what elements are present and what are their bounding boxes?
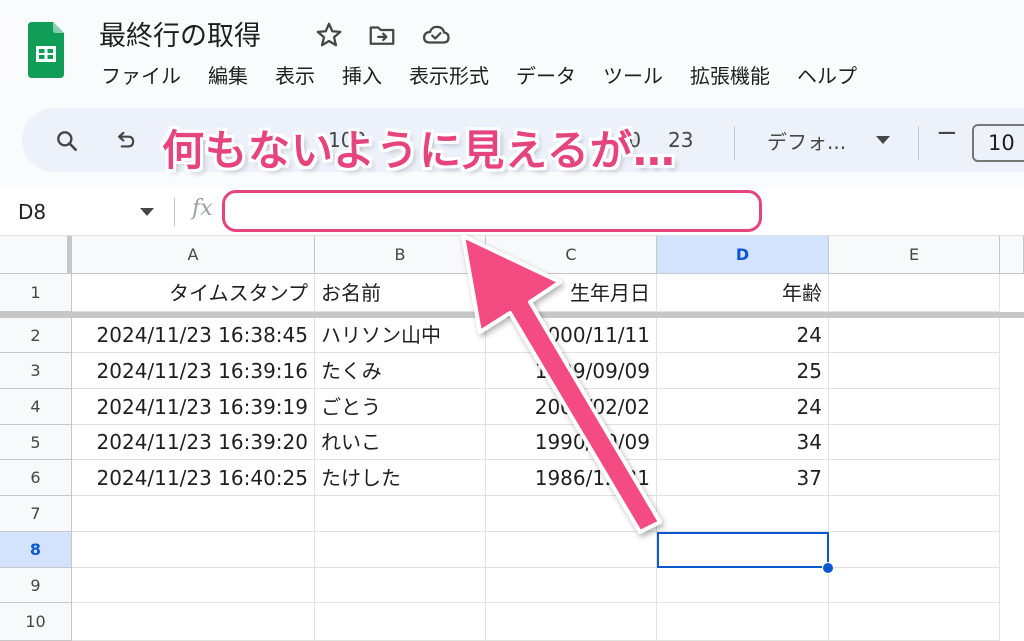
- cell-d10[interactable]: [657, 603, 829, 641]
- cell-d9[interactable]: [657, 568, 829, 603]
- fx-icon: fx: [192, 196, 213, 221]
- cell-c5[interactable]: 1990/09/09: [486, 425, 657, 460]
- cell-c3[interactable]: 1999/09/09: [486, 353, 657, 389]
- search-icon[interactable]: [54, 128, 80, 154]
- cell-b6[interactable]: たけした: [315, 460, 486, 496]
- cell-c4[interactable]: 2000/02/02: [486, 389, 657, 425]
- cell-e3[interactable]: [829, 353, 1000, 389]
- app-header: 最終行の取得 ファイル 編集 表示 挿入 表示形式 データ ツール 拡張機能 ヘ…: [0, 0, 1024, 100]
- row-header[interactable]: 10: [0, 603, 72, 641]
- cell-b4[interactable]: ごとう: [315, 389, 486, 425]
- cell-d7[interactable]: [657, 496, 829, 532]
- cell-b5[interactable]: れいこ: [315, 425, 486, 460]
- cell-a10[interactable]: [72, 603, 315, 641]
- cell-c7[interactable]: [486, 496, 657, 532]
- cell-e7[interactable]: [829, 496, 1000, 532]
- cell-e4[interactable]: [829, 389, 1000, 425]
- formula-bar: D8 fx: [0, 188, 1024, 236]
- cell-b7[interactable]: [315, 496, 486, 532]
- cell-a3[interactable]: 2024/11/23 16:39:16: [72, 353, 315, 389]
- row-header[interactable]: 4: [0, 389, 72, 425]
- name-box[interactable]: D8: [18, 200, 46, 224]
- menu-insert[interactable]: 挿入: [342, 60, 382, 92]
- annotation-text: 何もないように見えるが…: [162, 126, 676, 175]
- cell-a9[interactable]: [72, 568, 315, 603]
- cell-b3[interactable]: たくみ: [315, 353, 486, 389]
- row-header[interactable]: 5: [0, 425, 72, 460]
- cell-b8[interactable]: [315, 532, 486, 568]
- column-header-a[interactable]: A: [72, 236, 315, 274]
- menu-format[interactable]: 表示形式: [409, 60, 489, 92]
- name-box-caret-icon[interactable]: [140, 208, 154, 216]
- column-header-e[interactable]: E: [829, 236, 1000, 274]
- sheets-logo-icon[interactable]: [28, 22, 64, 78]
- cell-c8[interactable]: [486, 532, 657, 568]
- cell-c9[interactable]: [486, 568, 657, 603]
- row-header[interactable]: 7: [0, 496, 72, 532]
- cell-e2[interactable]: [829, 318, 1000, 353]
- cell-e1[interactable]: [829, 274, 1000, 312]
- cell-d3[interactable]: 25: [657, 353, 829, 389]
- cell-e8[interactable]: [829, 532, 1000, 568]
- column-header-b[interactable]: B: [315, 236, 486, 274]
- menu-data[interactable]: データ: [516, 60, 576, 92]
- row-header[interactable]: 3: [0, 353, 72, 389]
- cell-b10[interactable]: [315, 603, 486, 641]
- cell-a4[interactable]: 2024/11/23 16:39:19: [72, 389, 315, 425]
- cell-e9[interactable]: [829, 568, 1000, 603]
- cell-a1[interactable]: タイムスタンプ: [72, 274, 315, 312]
- undo-icon[interactable]: [112, 128, 138, 154]
- fill-handle[interactable]: [822, 562, 834, 574]
- cell-d4[interactable]: 24: [657, 389, 829, 425]
- select-all-corner[interactable]: [0, 236, 72, 274]
- cloud-saved-icon[interactable]: [421, 20, 451, 50]
- column-header-c[interactable]: C: [486, 236, 657, 274]
- menu-tools[interactable]: ツール: [603, 60, 663, 92]
- row-header-selected[interactable]: 8: [0, 532, 72, 568]
- cell-a6[interactable]: 2024/11/23 16:40:25: [72, 460, 315, 496]
- star-icon[interactable]: [314, 20, 344, 50]
- cell-b1[interactable]: お名前: [315, 274, 486, 312]
- cell-d1[interactable]: 年齢: [657, 274, 829, 312]
- cell-c10[interactable]: [486, 603, 657, 641]
- active-cell-selection[interactable]: [657, 532, 829, 568]
- cell-c6[interactable]: 1986/12/31: [486, 460, 657, 496]
- move-folder-icon[interactable]: [367, 20, 397, 50]
- cell-d6[interactable]: 37: [657, 460, 829, 496]
- font-family-select[interactable]: デフォ...: [767, 126, 846, 155]
- row-header[interactable]: 9: [0, 568, 72, 603]
- cell-e6[interactable]: [829, 460, 1000, 496]
- cell-a8[interactable]: [72, 532, 315, 568]
- cell-d5[interactable]: 34: [657, 425, 829, 460]
- toolbar-separator: [918, 126, 919, 160]
- menu-view[interactable]: 表示: [275, 60, 315, 92]
- decrease-font-size-button[interactable]: −: [936, 118, 958, 148]
- toolbar-separator: [734, 126, 735, 160]
- column-header-f[interactable]: [1000, 236, 1024, 274]
- cell-c2[interactable]: 2000/11/11: [486, 318, 657, 353]
- cell-e5[interactable]: [829, 425, 1000, 460]
- menu-extensions[interactable]: 拡張機能: [690, 60, 770, 92]
- formula-separator: [174, 198, 175, 226]
- menu-bar: ファイル 編集 表示 挿入 表示形式 データ ツール 拡張機能 ヘルプ: [101, 60, 884, 92]
- document-title[interactable]: 最終行の取得: [99, 14, 261, 53]
- menu-file[interactable]: ファイル: [101, 60, 181, 92]
- formula-input[interactable]: [222, 190, 762, 232]
- cell-a2[interactable]: 2024/11/23 16:38:45: [72, 318, 315, 353]
- menu-help[interactable]: ヘルプ: [797, 60, 857, 92]
- menu-edit[interactable]: 編集: [208, 60, 248, 92]
- cell-b9[interactable]: [315, 568, 486, 603]
- column-header-d[interactable]: D: [657, 236, 829, 274]
- row-header[interactable]: 2: [0, 318, 72, 353]
- cell-d2[interactable]: 24: [657, 318, 829, 353]
- cell-a5[interactable]: 2024/11/23 16:39:20: [72, 425, 315, 460]
- cell-b2[interactable]: ハリソン山中: [315, 318, 486, 353]
- row-header[interactable]: 1: [0, 274, 72, 312]
- cell-e10[interactable]: [829, 603, 1000, 641]
- cell-c1[interactable]: 生年月日: [486, 274, 657, 312]
- cell-a7[interactable]: [72, 496, 315, 532]
- row-header[interactable]: 6: [0, 460, 72, 496]
- font-size-input[interactable]: 10: [972, 124, 1024, 162]
- font-dropdown-caret-icon[interactable]: [876, 136, 890, 144]
